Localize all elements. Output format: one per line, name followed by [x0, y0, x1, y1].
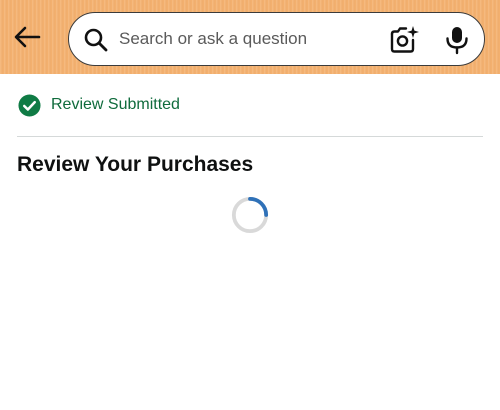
microphone-icon[interactable] [443, 25, 471, 55]
back-button[interactable] [10, 20, 44, 54]
review-status: Review Submitted [18, 93, 180, 117]
loading-spinner-icon [231, 196, 269, 234]
search-input[interactable] [119, 23, 374, 55]
page: Review Submitted Review Your Purchases [0, 0, 500, 410]
divider [17, 136, 483, 137]
top-bar [0, 0, 500, 74]
camera-search-icon[interactable] [389, 25, 419, 55]
status-text: Review Submitted [51, 96, 180, 113]
search-icon[interactable] [83, 27, 109, 53]
arrow-left-icon [14, 26, 41, 48]
check-circle-icon [18, 93, 41, 117]
search-bar[interactable] [68, 12, 485, 66]
section-title: Review Your Purchases [17, 153, 254, 176]
